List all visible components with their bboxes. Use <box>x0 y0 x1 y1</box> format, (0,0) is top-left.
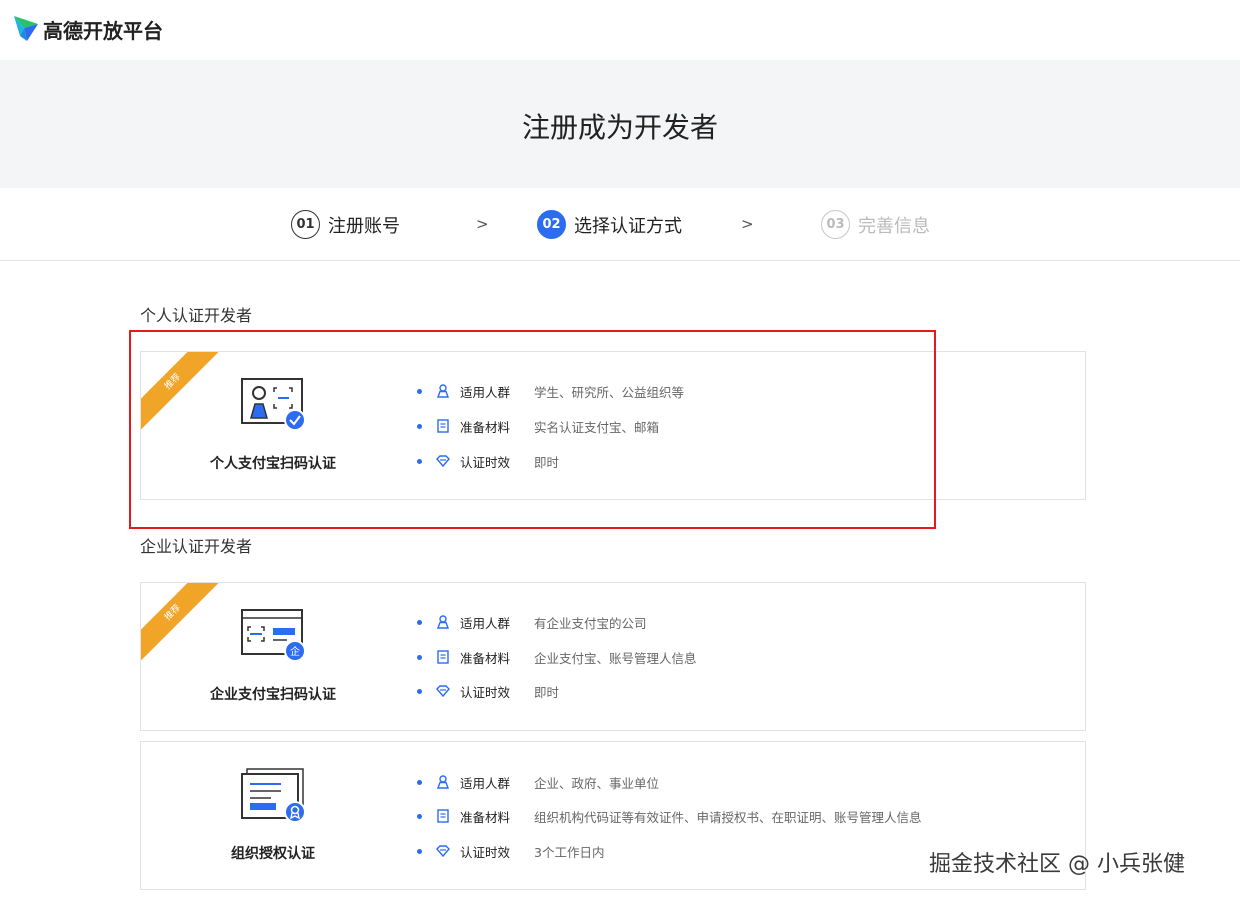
diamond-icon <box>436 685 450 698</box>
document-icon <box>437 650 449 664</box>
info-row-audience: 适用人群 企业、政府、事业单位 <box>417 772 659 792</box>
info-row-audience: 适用人群 学生、研究所、公益组织等 <box>417 381 684 401</box>
info-value: 企业支付宝、账号管理人信息 <box>534 650 697 666</box>
section-title-enterprise: 企业认证开发者 <box>140 537 253 556</box>
bullet-dot <box>417 813 422 819</box>
info-row-materials: 准备材料 组织机构代码证等有效证件、申请授权书、在职证明、账号管理人信息 <box>417 806 922 826</box>
paper-plane-logo-icon <box>14 16 38 41</box>
bullet-dot <box>417 654 422 660</box>
logo-text: 高德开放平台 <box>43 18 163 43</box>
info-label: 适用人群 <box>460 384 511 400</box>
bullet-dot <box>417 779 422 785</box>
step-label: 注册账号 <box>328 215 400 237</box>
section-title-personal: 个人认证开发者 <box>140 306 253 325</box>
info-row-timing: 认证时效 即时 <box>417 681 559 701</box>
user-icon <box>437 615 449 629</box>
page-title: 注册成为开发者 <box>521 111 718 144</box>
step-label: 选择认证方式 <box>574 215 682 237</box>
person-id-scan-icon <box>241 378 306 431</box>
info-label: 准备材料 <box>460 809 511 825</box>
step-number: 02 <box>537 210 566 239</box>
enterprise-scan-icon: 企 <box>241 609 306 662</box>
document-icon <box>437 419 449 433</box>
info-label: 适用人群 <box>460 775 511 791</box>
info-value: 学生、研究所、公益组织等 <box>534 384 685 400</box>
recommend-ribbon: 推荐 <box>141 583 220 662</box>
info-value: 实名认证支付宝、邮箱 <box>534 419 660 435</box>
step-complete-info: 03 完善信息 <box>821 210 930 239</box>
recommend-badge: 推荐 <box>141 583 220 662</box>
bullet-dot <box>417 458 422 464</box>
step-arrow: > <box>476 215 489 233</box>
info-row-timing: 认证时效 即时 <box>417 451 559 471</box>
info-label: 认证时效 <box>460 844 511 860</box>
logo[interactable]: 高德开放平台 <box>12 14 163 44</box>
organization-certificate-icon <box>241 768 306 823</box>
bullet-dot <box>417 848 422 854</box>
bullet-dot <box>417 688 422 694</box>
top-bar: 高德开放平台 <box>0 0 1240 60</box>
recommend-badge: 推荐 <box>141 352 220 431</box>
info-label: 认证时效 <box>460 684 511 700</box>
card-title: 组织授权认证 <box>231 846 315 862</box>
svg-text:企: 企 <box>290 645 300 658</box>
info-label: 准备材料 <box>460 650 511 666</box>
card-title: 企业支付宝扫码认证 <box>210 687 336 703</box>
info-value: 3个工作日内 <box>534 844 605 860</box>
info-value: 即时 <box>534 684 560 700</box>
info-value: 企业、政府、事业单位 <box>534 775 660 791</box>
step-register-account: 01 注册账号 <box>291 210 400 239</box>
info-row-materials: 准备材料 企业支付宝、账号管理人信息 <box>417 647 697 667</box>
info-row-materials: 准备材料 实名认证支付宝、邮箱 <box>417 416 659 436</box>
hero-banner: 注册成为开发者 <box>0 60 1240 188</box>
user-icon <box>437 384 449 398</box>
diamond-icon <box>436 455 450 468</box>
info-label: 准备材料 <box>460 419 511 435</box>
card-personal-alipay-scan[interactable]: 推荐 个人支付宝扫码认证 适用人群 学生、研究所、公益组织等 准备材料 实名认证… <box>140 351 1086 500</box>
step-label: 完善信息 <box>858 215 930 237</box>
card-title: 个人支付宝扫码认证 <box>210 456 336 472</box>
info-value: 有企业支付宝的公司 <box>534 615 647 631</box>
step-choose-verification: 02 选择认证方式 <box>537 210 682 239</box>
step-number: 03 <box>821 210 850 239</box>
info-row-timing: 认证时效 3个工作日内 <box>417 841 604 861</box>
document-icon <box>437 809 449 823</box>
diamond-icon <box>436 845 450 858</box>
bullet-dot <box>417 423 422 429</box>
info-value: 组织机构代码证等有效证件、申请授权书、在职证明、账号管理人信息 <box>534 809 922 825</box>
user-icon <box>437 775 449 789</box>
info-row-audience: 适用人群 有企业支付宝的公司 <box>417 612 647 632</box>
recommend-ribbon: 推荐 <box>141 352 220 431</box>
bullet-dot <box>417 619 422 625</box>
watermark: 掘金技术社区 @ 小兵张健 <box>929 852 1185 877</box>
info-label: 认证时效 <box>460 454 511 470</box>
card-enterprise-alipay-scan[interactable]: 推荐 企 企业支付宝扫码认证 适用人群 有企业支付宝的公司 准备材料 企业支付宝… <box>140 582 1086 731</box>
step-number: 01 <box>291 210 320 239</box>
info-label: 适用人群 <box>460 615 511 631</box>
step-indicator: 01 注册账号 > 02 选择认证方式 > 03 完善信息 <box>0 188 1240 261</box>
info-value: 即时 <box>534 454 560 470</box>
step-arrow: > <box>741 215 754 233</box>
bullet-dot <box>417 388 422 394</box>
